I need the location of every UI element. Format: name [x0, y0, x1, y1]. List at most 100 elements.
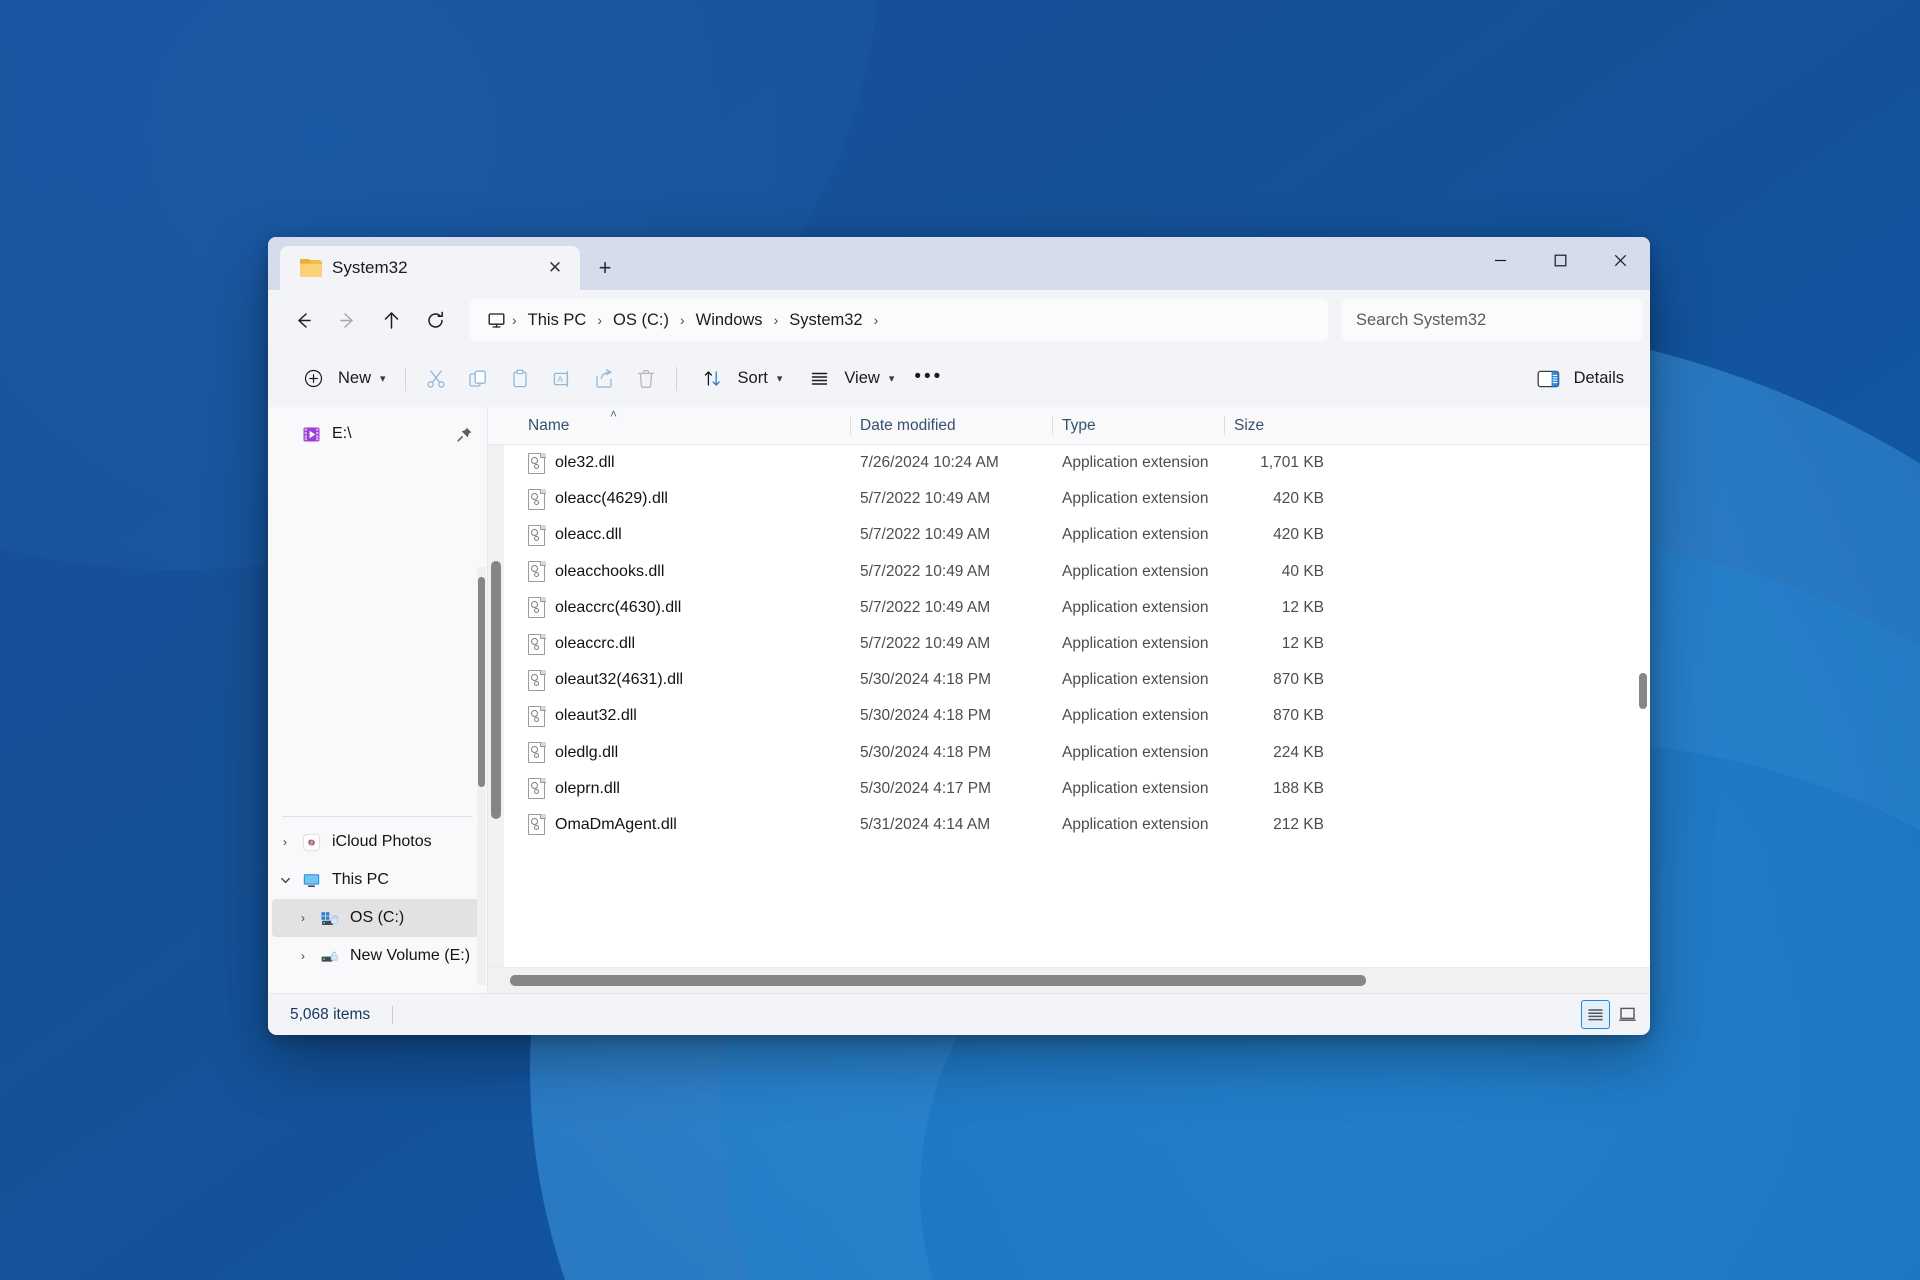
file-type-cell: Application extension — [1062, 779, 1209, 797]
breadcrumb-item-system32[interactable]: System32 — [781, 306, 870, 335]
search-input[interactable]: Search System32 — [1342, 299, 1642, 341]
list-horizontal-scrollbar-track[interactable] — [488, 967, 1650, 993]
details-pane-button[interactable]: Details — [1522, 359, 1634, 399]
file-list-pane: Name Date modified Type Size ˄ ole32.dll… — [488, 407, 1650, 993]
list-horizontal-scrollbar-thumb[interactable] — [510, 975, 1366, 986]
dll-file-icon — [528, 524, 546, 546]
paste-button[interactable] — [499, 359, 541, 399]
chevron-down-icon: ▾ — [380, 373, 386, 385]
column-header-type[interactable]: Type — [1052, 407, 1224, 444]
file-name-label: oleaut32.dll — [555, 707, 637, 725]
delete-button[interactable] — [625, 359, 667, 399]
table-row[interactable]: oleprn.dll 5/30/2024 4:17 PM Application e… — [488, 771, 1650, 807]
list-vertical-scrollbar-thumb-right[interactable] — [1639, 673, 1647, 709]
breadcrumb-separator[interactable]: › — [509, 312, 520, 328]
sidebar-item-os-c[interactable]: › OS (C:) — [272, 899, 483, 937]
file-size-cell: 212 KB — [1273, 815, 1324, 833]
rename-button[interactable]: A — [541, 359, 583, 399]
command-bar: New ▾ A Sort ▾ View ▾ ••• Details — [268, 350, 1650, 407]
minimize-button[interactable] — [1470, 237, 1530, 283]
file-name-cell: oleacc(4629).dll — [518, 488, 850, 510]
table-row[interactable]: oleacc(4629).dll 5/7/2022 10:49 AM Applica… — [488, 481, 1650, 517]
paste-icon — [503, 362, 537, 396]
more-options-button[interactable]: ••• — [904, 359, 953, 399]
status-bar: 5,068 items — [268, 993, 1650, 1035]
table-row[interactable]: oleaccrc(4630).dll 5/7/2022 10:49 AM Appli… — [488, 590, 1650, 626]
breadcrumb-separator[interactable]: › — [594, 312, 605, 328]
sidebar-item-this-pc[interactable]: This PC — [272, 861, 483, 899]
chevron-right-icon[interactable]: › — [290, 949, 316, 963]
sort-button[interactable]: Sort ▾ — [686, 359, 793, 399]
copy-icon — [461, 362, 495, 396]
breadcrumb-item-windows[interactable]: Windows — [688, 306, 771, 335]
file-name-label: oleprn.dll — [555, 779, 620, 797]
column-header-name[interactable]: Name — [518, 407, 850, 444]
dll-file-icon — [528, 561, 546, 583]
sidebar-scrollbar-thumb[interactable] — [478, 577, 485, 787]
breadcrumb-separator[interactable]: › — [871, 312, 882, 328]
column-label: Name — [528, 416, 570, 434]
breadcrumb-item-this-pc[interactable]: This PC — [520, 306, 595, 335]
file-type-cell: Application extension — [1062, 707, 1209, 725]
file-size-cell: 12 KB — [1281, 635, 1324, 653]
chevron-down-icon[interactable] — [272, 875, 298, 886]
up-arrow-icon[interactable] — [370, 299, 412, 341]
large-icons-view-button[interactable] — [1613, 1000, 1642, 1029]
this-pc-monitor-icon[interactable] — [483, 311, 509, 330]
close-tab-button[interactable]: ✕ — [540, 253, 570, 283]
file-type-cell: Application extension — [1062, 454, 1209, 472]
tab-system32[interactable]: System32 ✕ — [280, 246, 580, 290]
table-row[interactable]: oleaut32(4631).dll 5/30/2024 4:18 PM Appli… — [488, 662, 1650, 698]
close-window-button[interactable] — [1590, 237, 1650, 283]
column-header-size[interactable]: Size — [1224, 407, 1334, 444]
column-label: Type — [1062, 416, 1096, 434]
forward-arrow-icon[interactable] — [326, 299, 368, 341]
table-row[interactable]: oledlg.dll 5/30/2024 4:18 PM Application e… — [488, 735, 1650, 771]
table-row[interactable]: oleacchooks.dll 5/7/2022 10:49 AM Applicat… — [488, 554, 1650, 590]
new-tab-button[interactable]: + — [584, 247, 626, 289]
sidebar-item-new-volume-e[interactable]: › New Volume (E:) — [272, 937, 483, 975]
dll-file-icon — [528, 452, 546, 474]
date-modified-cell: 5/7/2022 10:49 AM — [860, 562, 991, 580]
table-row[interactable]: ole32.dll 7/26/2024 10:24 AM Application e… — [488, 445, 1650, 481]
file-size-cell: 188 KB — [1273, 779, 1324, 797]
back-arrow-icon[interactable] — [282, 299, 324, 341]
breadcrumb-item-os-c[interactable]: OS (C:) — [605, 306, 677, 335]
title-bar: System32 ✕ + — [268, 237, 1650, 290]
breadcrumb-separator[interactable]: › — [677, 312, 688, 328]
new-button[interactable]: New ▾ — [286, 359, 396, 399]
table-row[interactable]: oleacc.dll 5/7/2022 10:49 AM Application e… — [488, 517, 1650, 553]
column-label: Date modified — [860, 416, 956, 434]
file-name-cell: oleaut32(4631).dll — [518, 669, 850, 691]
sidebar-item-e-drive[interactable]: E:\ — [272, 415, 483, 453]
sort-button-label: Sort — [737, 369, 768, 387]
table-row[interactable]: OmaDmAgent.dll 5/31/2024 4:14 AM Applicati… — [488, 807, 1650, 843]
table-row[interactable]: oleaut32.dll 5/30/2024 4:18 PM Application… — [488, 698, 1650, 734]
new-button-label: New — [338, 369, 372, 387]
view-button[interactable]: View ▾ — [792, 359, 904, 399]
chevron-right-icon[interactable]: › — [272, 835, 298, 849]
sidebar-item-icloud-photos[interactable]: › iCloud Photos — [272, 823, 483, 861]
breadcrumb[interactable]: › This PC › OS (C:) › Windows › System32… — [470, 299, 1328, 341]
breadcrumb-separator[interactable]: › — [771, 312, 782, 328]
details-view-button[interactable] — [1581, 1000, 1610, 1029]
refresh-icon[interactable] — [414, 299, 456, 341]
chevron-right-icon[interactable]: › — [290, 911, 316, 925]
dll-file-icon — [528, 778, 546, 800]
sidebar-divider — [282, 816, 473, 817]
list-vertical-scrollbar-thumb-left[interactable] — [491, 561, 501, 819]
maximize-button[interactable] — [1530, 237, 1590, 283]
column-header-date-modified[interactable]: Date modified — [850, 407, 1052, 444]
file-rows: ole32.dll 7/26/2024 10:24 AM Application e… — [488, 445, 1650, 843]
file-type-cell: Application extension — [1062, 526, 1209, 544]
copy-button[interactable] — [457, 359, 499, 399]
view-button-label: View — [844, 369, 880, 387]
svg-text:A: A — [557, 374, 563, 384]
share-button[interactable] — [583, 359, 625, 399]
dll-file-icon — [528, 633, 546, 655]
pin-icon[interactable] — [456, 426, 473, 443]
cut-button[interactable] — [415, 359, 457, 399]
file-name-label: oleacc.dll — [555, 526, 622, 544]
file-size-cell: 870 KB — [1273, 671, 1324, 689]
table-row[interactable]: oleaccrc.dll 5/7/2022 10:49 AM Application… — [488, 626, 1650, 662]
